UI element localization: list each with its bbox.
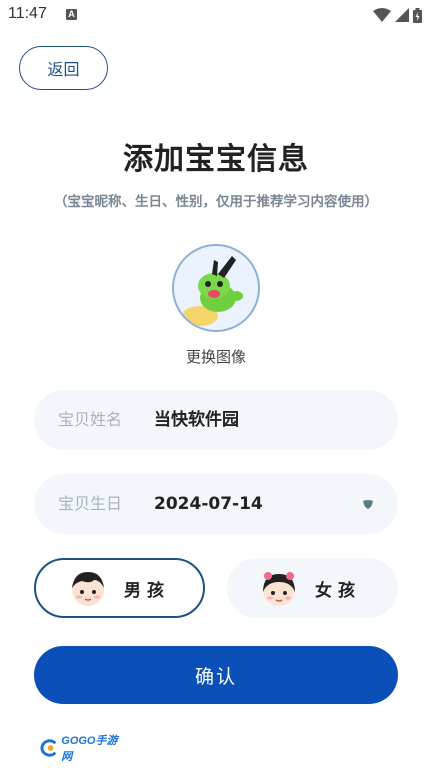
gender-boy-option[interactable]: 男孩 xyxy=(34,558,205,618)
birthday-field[interactable]: 宝贝生日 2024-07-14 xyxy=(34,474,398,534)
girl-face-icon xyxy=(263,572,295,606)
name-input[interactable]: 当快软件园 xyxy=(154,390,239,450)
battery-icon xyxy=(413,7,422,23)
watermark-logo: GOGO手游网 xyxy=(40,735,126,763)
gogo-logo-icon xyxy=(40,739,57,757)
signal-icon xyxy=(395,8,409,22)
birthday-label: 宝贝生日 xyxy=(58,494,123,513)
dropdown-icon[interactable] xyxy=(362,498,374,510)
confirm-button[interactable]: 确认 xyxy=(34,646,398,704)
boy-face-icon xyxy=(72,572,104,606)
birthday-value[interactable]: 2024-07-14 xyxy=(154,474,263,534)
avatar[interactable] xyxy=(172,244,260,332)
page-title: 添加宝宝信息 xyxy=(123,142,309,177)
back-button[interactable]: 返回 xyxy=(19,46,108,90)
watermark-text: GOGO手游网 xyxy=(61,735,118,763)
status-bar: 11:47 A xyxy=(0,0,432,30)
status-icons xyxy=(373,7,422,23)
wifi-icon xyxy=(373,8,391,22)
status-time: 11:47 xyxy=(8,5,47,22)
cartoon-dog-avatar-icon xyxy=(174,246,258,330)
page-subtitle: （宝宝昵称、生日、性别，仅用于推荐学习内容使用） xyxy=(54,194,378,210)
gender-girl-label: 女孩 xyxy=(315,580,361,601)
change-avatar-link[interactable]: 更换图像 xyxy=(0,346,432,367)
name-field[interactable]: 宝贝姓名 当快软件园 xyxy=(34,390,398,450)
gender-girl-option[interactable]: 女孩 xyxy=(227,558,398,618)
gender-boy-label: 男孩 xyxy=(124,580,170,601)
name-label: 宝贝姓名 xyxy=(58,410,123,429)
notification-icon: A xyxy=(66,9,77,20)
